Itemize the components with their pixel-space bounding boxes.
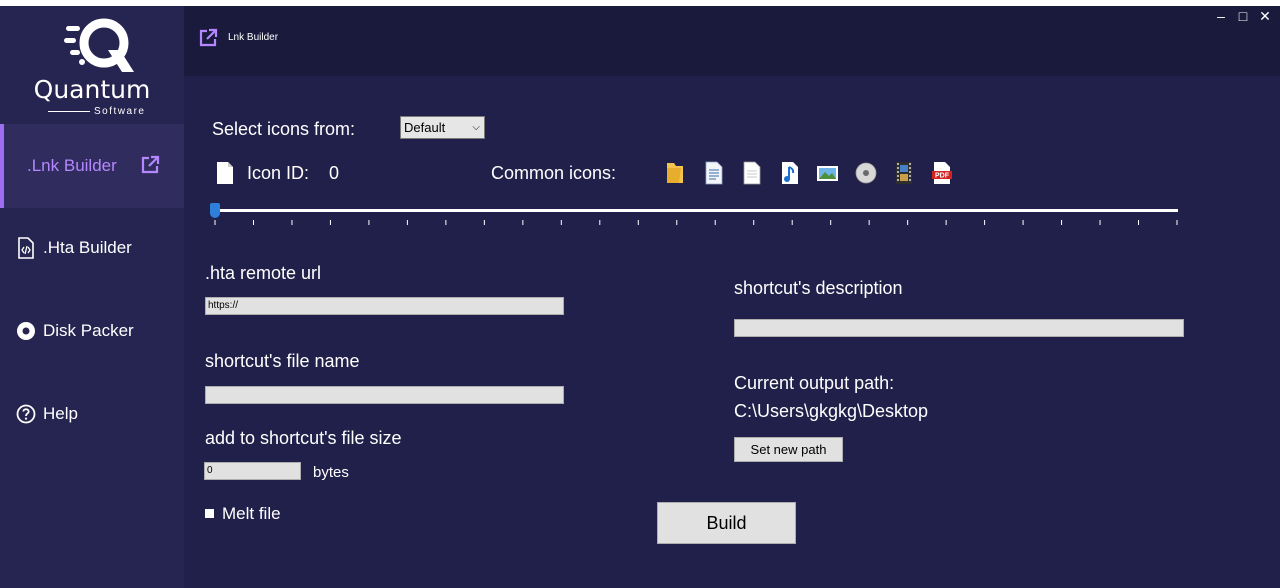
close-button[interactable]: ✕: [1256, 8, 1274, 26]
melt-file-label: Melt file: [222, 504, 281, 523]
blank-document-icon[interactable]: [741, 160, 763, 186]
help-circle-icon: [16, 404, 36, 424]
sidebar-item-hta-builder[interactable]: .Hta Builder: [0, 206, 184, 290]
text-document-icon[interactable]: [703, 160, 725, 186]
output-path-label: Current output path:: [734, 373, 895, 393]
common-icons-label: Common icons:: [491, 163, 617, 183]
file-name-input[interactable]: [205, 386, 564, 404]
chevron-down-icon: ⌵: [472, 122, 480, 133]
hta-url-input[interactable]: https://: [205, 297, 564, 315]
description-input[interactable]: [734, 319, 1184, 337]
external-link-icon: [141, 155, 160, 174]
video-file-icon[interactable]: [893, 160, 915, 186]
external-link-icon: [199, 28, 218, 47]
sidebar-item-label: .Hta Builder: [43, 238, 132, 257]
select-icons-label: Select icons from:: [212, 119, 356, 139]
build-button[interactable]: Build: [657, 502, 796, 544]
file-size-unit: bytes: [313, 464, 349, 481]
file-name-label: shortcut's file name: [205, 351, 360, 371]
sidebar-item-help[interactable]: Help: [0, 372, 184, 456]
select-value: Default: [404, 120, 446, 135]
icon-id-value: 0: [329, 163, 340, 183]
icon-source-select[interactable]: Default ⌵: [400, 116, 485, 139]
file-size-input[interactable]: 0: [204, 462, 301, 480]
brand-sub-text: Software: [94, 106, 146, 117]
disc-icon: [17, 322, 35, 340]
description-label: shortcut's description: [734, 278, 903, 298]
page-title: Lnk Builder: [228, 32, 279, 43]
window-controls: – □ ✕: [1212, 8, 1274, 26]
folder-icon[interactable]: [664, 160, 686, 186]
svg-text:PDF: PDF: [935, 173, 950, 180]
disc-icon[interactable]: [855, 160, 877, 186]
music-file-icon[interactable]: [779, 160, 801, 186]
icon-id-slider-track[interactable]: [214, 209, 1178, 212]
file-size-label: add to shortcut's file size: [205, 428, 402, 448]
image-file-icon[interactable]: [816, 160, 838, 186]
sidebar-item-label: .Lnk Builder: [27, 156, 117, 175]
active-indicator: [0, 124, 4, 208]
quantum-logo: Quantum Software: [20, 16, 164, 117]
code-file-icon: [18, 237, 34, 259]
hta-url-label: .hta remote url: [205, 263, 322, 283]
set-new-path-button[interactable]: Set new path: [734, 437, 843, 462]
minimize-button[interactable]: –: [1212, 8, 1230, 26]
maximize-button[interactable]: □: [1234, 8, 1252, 26]
sidebar: Quantum Software .Lnk Builder .Hta Build…: [0, 6, 184, 588]
brand-subtitle: Software: [48, 106, 164, 117]
blank-document-icon: [217, 162, 233, 184]
sidebar-item-lnk-builder[interactable]: .Lnk Builder: [0, 124, 184, 208]
output-path-value: C:\Users\gkgkg\Desktop: [734, 401, 929, 421]
icon-id-slider-thumb[interactable]: [210, 203, 220, 218]
melt-file-checkbox[interactable]: [205, 509, 214, 518]
brand-name: Quantum: [33, 75, 151, 104]
slider-ticks: [214, 220, 1178, 225]
app-window: Quantum Software .Lnk Builder .Hta Build…: [0, 6, 1280, 588]
sidebar-item-label: Help: [43, 404, 78, 423]
pdf-file-icon[interactable]: PDF: [931, 160, 953, 186]
icon-id-label: Icon ID:: [247, 163, 310, 183]
quantum-q-logo-icon: [64, 18, 134, 72]
logo-divider: [48, 111, 90, 112]
sidebar-item-disk-packer[interactable]: Disk Packer: [0, 289, 184, 373]
top-bar: Lnk Builder – □ ✕: [184, 6, 1280, 76]
sidebar-item-label: Disk Packer: [43, 321, 134, 340]
